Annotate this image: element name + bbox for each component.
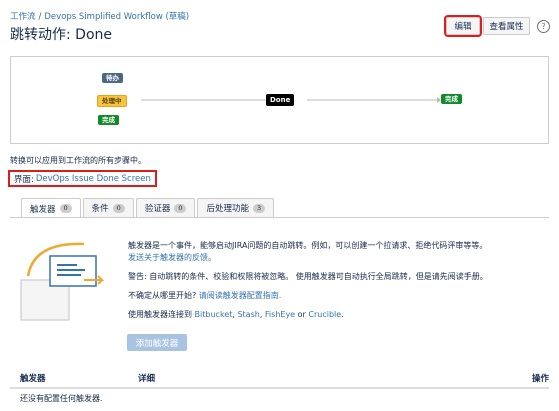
- help-icon[interactable]: ?: [537, 20, 550, 33]
- desc-line-1: 触发器是一个事件，能够启动JIRA问题的自动跳转。例如，可以创建一个拉请求、拒绝…: [128, 241, 488, 250]
- breadcrumb-workflow-link[interactable]: Devops Simplified Workflow (草稿): [44, 12, 189, 22]
- period-text: .: [341, 310, 344, 319]
- unsure-line: 不确定从哪里开始? 请阅读触发器配置指南.: [128, 290, 488, 302]
- tab-label: 触发器: [30, 204, 56, 215]
- tab-label: 条件: [91, 204, 109, 214]
- fisheye-link[interactable]: FishEye: [265, 310, 295, 319]
- breadcrumb-root-link[interactable]: 工作流: [10, 12, 36, 22]
- bitbucket-link[interactable]: Bitbucket: [195, 310, 233, 319]
- warning-text: 警告: 自动跳转的条件、校验和权限将被忽略。 使用触发器可自动执行全局跳转，但是…: [128, 272, 488, 281]
- screen-label: 界面:: [14, 174, 34, 185]
- status-done-left[interactable]: 完成: [98, 115, 119, 125]
- separator-comma: ,: [259, 310, 263, 319]
- config-guide-link[interactable]: 请阅读触发器配置指南.: [199, 291, 282, 300]
- add-trigger-button[interactable]: 添加触发器: [127, 334, 187, 351]
- tab-count-badge: 0: [59, 204, 72, 213]
- tab-divider: [10, 217, 549, 218]
- tab-count-badge: 0: [112, 203, 125, 213]
- status-todo[interactable]: 待办: [102, 73, 123, 83]
- breadcrumb: 工作流 / Devops Simplified Workflow (草稿): [10, 10, 189, 22]
- screen-info: 界面: DevOps Issue Done Screen: [8, 170, 157, 187]
- tab-count-badge: 0: [174, 203, 187, 213]
- separator-comma: ,: [232, 310, 235, 319]
- col-details: 详细: [138, 374, 156, 384]
- page-title: 跳转动作: Done: [10, 27, 112, 43]
- status-done-right[interactable]: 完成: [441, 94, 462, 104]
- feedback-link[interactable]: 发送关于触发器的反馈。: [128, 253, 216, 262]
- col-actions: 操作: [531, 374, 549, 384]
- tab-conditions[interactable]: 条件 0: [82, 198, 134, 217]
- breadcrumb-separator: /: [38, 12, 42, 22]
- empty-triggers-message: 还没有配置任何触发器.: [20, 394, 103, 403]
- crucible-link[interactable]: Crucible: [308, 310, 341, 319]
- connect-prefix: 使用触发器连接到: [128, 310, 192, 319]
- transition-done[interactable]: Done: [266, 94, 295, 106]
- tab-triggers[interactable]: 触发器 0: [21, 198, 81, 218]
- triggers-table-header: 触发器 详细 操作: [10, 367, 549, 389]
- tab-bar: 触发器 0 条件 0 验证器 0 后处理功能 3: [21, 198, 276, 218]
- tab-label: 验证器: [144, 204, 171, 214]
- connect-line: 使用触发器连接到 Bitbucket, Stash, FishEye or Cr…: [128, 309, 488, 321]
- unsure-text: 不确定从哪里开始?: [128, 291, 197, 300]
- status-in-progress[interactable]: 处理中: [97, 95, 127, 107]
- edit-button[interactable]: 编辑: [444, 15, 482, 37]
- tab-post-functions[interactable]: 后处理功能 3: [197, 198, 275, 217]
- trigger-illustration-icon: [20, 242, 105, 321]
- tab-count-badge: 3: [252, 203, 266, 213]
- tab-label: 后处理功能: [206, 204, 249, 214]
- or-text: or: [297, 310, 306, 319]
- screen-link[interactable]: DevOps Issue Done Screen: [36, 174, 151, 184]
- col-trigger: 触发器: [20, 374, 46, 384]
- view-properties-button[interactable]: 查看属性: [483, 17, 530, 35]
- workflow-diagram: 待办 处理中 完成 Done 完成: [10, 56, 549, 144]
- stash-link[interactable]: Stash: [237, 310, 259, 319]
- applies-text: 转换可以应用到工作流的所有步骤中。: [10, 156, 146, 165]
- tab-validators[interactable]: 验证器 0: [135, 198, 196, 217]
- triggers-description: 触发器是一个事件，能够启动JIRA问题的自动跳转。例如，可以创建一个拉请求、拒绝…: [128, 240, 488, 321]
